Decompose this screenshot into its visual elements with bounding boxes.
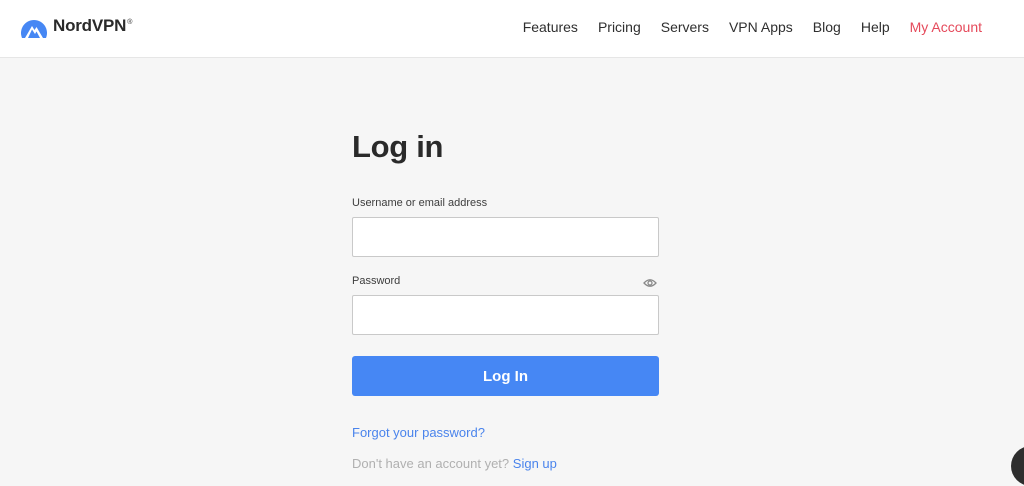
- nav-vpn-apps[interactable]: VPN Apps: [729, 18, 793, 36]
- eye-icon[interactable]: [643, 275, 657, 293]
- username-label: Username or email address: [352, 197, 488, 209]
- page-title: Log in: [352, 129, 444, 164]
- signup-link[interactable]: Sign up: [513, 456, 557, 471]
- password-label: Password: [352, 275, 401, 287]
- password-input[interactable]: [352, 295, 659, 335]
- top-navigation-bar: NordVPN® Features Pricing Servers VPN Ap…: [0, 0, 1024, 58]
- nav-my-account[interactable]: My Account: [910, 18, 982, 36]
- username-input[interactable]: [352, 217, 659, 257]
- nordvpn-mountain-icon: [21, 20, 47, 38]
- login-form: Log in Username or email address Passwor…: [352, 128, 659, 471]
- signup-prompt: Don't have an account yet? Sign up: [352, 456, 557, 471]
- nav-blog[interactable]: Blog: [813, 18, 841, 36]
- main-nav: Features Pricing Servers VPN Apps Blog H…: [503, 18, 982, 36]
- brand-name: NordVPN®: [53, 16, 133, 35]
- nav-features[interactable]: Features: [523, 18, 578, 36]
- forgot-password-link[interactable]: Forgot your password?: [352, 425, 485, 440]
- login-button[interactable]: Log In: [352, 356, 659, 396]
- nav-servers[interactable]: Servers: [661, 18, 709, 36]
- nordvpn-logo[interactable]: NordVPN®: [19, 11, 132, 41]
- nav-help[interactable]: Help: [861, 18, 890, 36]
- chat-widget-button[interactable]: [1011, 446, 1024, 486]
- nav-pricing[interactable]: Pricing: [598, 18, 641, 36]
- signup-prompt-text: Don't have an account yet?: [352, 456, 510, 471]
